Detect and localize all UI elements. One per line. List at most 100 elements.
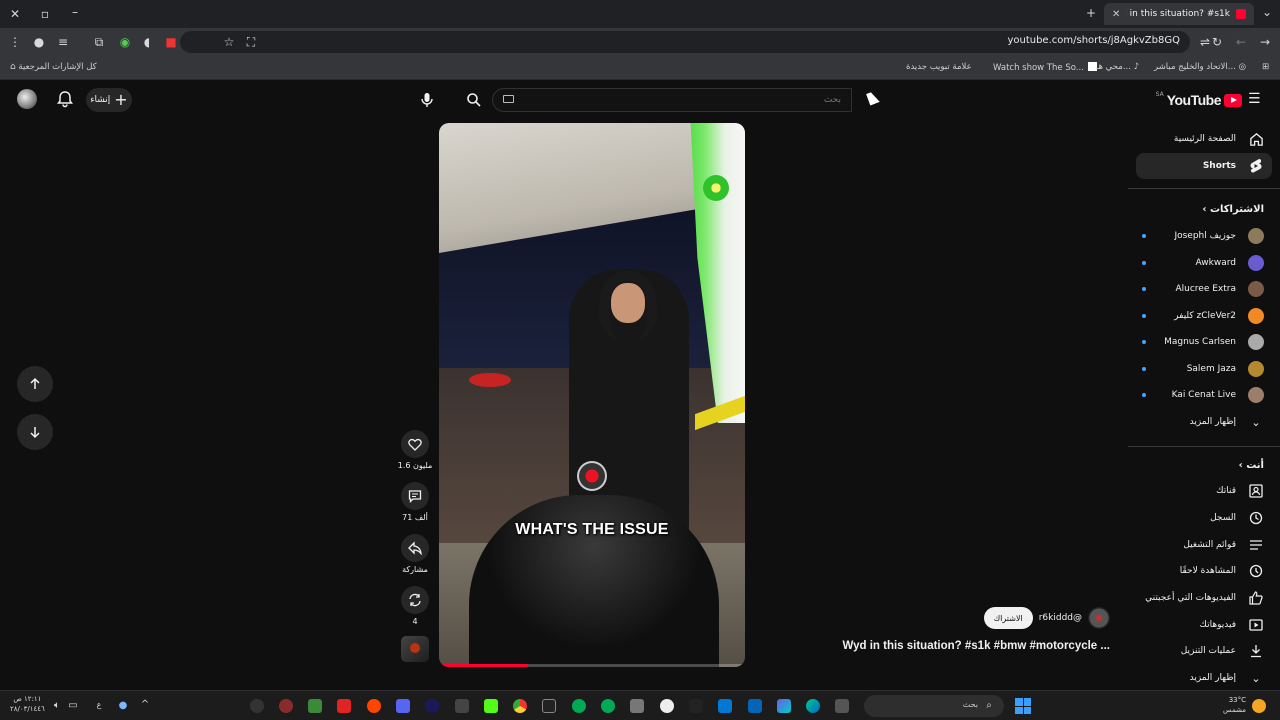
mic-tray-icon[interactable]: ● [116, 700, 130, 712]
channel-avatar[interactable] [1088, 607, 1110, 629]
previous-short-button[interactable] [17, 366, 53, 402]
app-icon-11[interactable] [689, 699, 703, 713]
remix-action[interactable]: 4 [401, 586, 429, 626]
subscriptions-heading[interactable]: الاشتراكات › [1202, 204, 1264, 215]
you-heading[interactable]: أنت › [1239, 460, 1264, 471]
close-window-icon[interactable]: ✕ [8, 8, 22, 20]
sidebar-sub-josephl[interactable]: جوزيف Josephl [1136, 223, 1272, 249]
sidebar-show-more-you[interactable]: ⌄ إظهار المزيد [1136, 665, 1272, 691]
sidebar-item-home[interactable]: الصفحة الرئيسية [1136, 126, 1272, 152]
kick-app-icon[interactable] [484, 699, 498, 713]
clock[interactable]: ١٢:١١ ص ٢٨/٠٣/١٤٤٦ [10, 694, 45, 714]
omnibox[interactable]: ☆ ⛶ youtube.com/shorts/j8AgkvZb8GQ ⇌ [180, 31, 1210, 53]
sidebar-sub-awkward[interactable]: Awkward [1136, 250, 1272, 276]
app-icon-5[interactable] [455, 699, 469, 713]
bookmark-new-tab[interactable]: علامة تبويب جديدة [906, 62, 972, 72]
sidebar-sub-salem[interactable]: Salem Jaza [1136, 356, 1272, 382]
like-button[interactable] [401, 430, 429, 458]
edge-app-icon[interactable] [806, 699, 820, 713]
search-button[interactable] [458, 88, 490, 112]
app-icon-9[interactable] [630, 699, 644, 713]
apps-grid-icon[interactable]: ⊞ [1262, 62, 1269, 72]
short-video-player[interactable]: WHAT'S THE ISSUE [439, 123, 745, 667]
voice-search-button[interactable] [414, 88, 440, 112]
menu-icon[interactable]: ☰ [1248, 92, 1262, 106]
short-title[interactable]: Wyd in this situation? #s1k #bmw #motorc… [842, 640, 1110, 652]
store-app-icon[interactable] [718, 699, 732, 713]
all-bookmarks[interactable]: ⌂ كل الإشارات المرجعية [10, 62, 97, 72]
sound-thumbnail[interactable] [401, 636, 429, 662]
reload-icon[interactable]: ↻ [1210, 36, 1224, 48]
sidebar-sub-alucree[interactable]: Alucree Extra [1136, 276, 1272, 302]
active-tab[interactable]: Wyd in this situation? #s1k ✕ [1104, 3, 1254, 25]
app-icon-7[interactable] [572, 699, 586, 713]
search-box[interactable] [492, 88, 852, 112]
app-icon-1[interactable] [279, 699, 293, 713]
youtube-logo[interactable]: SA YouTube [1156, 91, 1242, 108]
remix-button[interactable] [401, 586, 429, 614]
outlook-app-icon[interactable] [748, 699, 762, 713]
like-action[interactable]: 1.6 مليون [398, 430, 432, 470]
extensions-icon[interactable]: ⧉ [92, 36, 106, 48]
extension-pin-icon[interactable]: ◖ [140, 36, 154, 48]
notifications-bell-icon[interactable] [55, 89, 75, 109]
comment-action[interactable]: 71 ألف [401, 482, 429, 522]
app-icon-4[interactable] [425, 699, 439, 713]
share-button[interactable] [401, 534, 429, 562]
share-action[interactable]: مشاركة [401, 534, 429, 574]
tray-chevron-icon[interactable]: ^ [138, 699, 152, 711]
settings-app-icon[interactable] [250, 699, 264, 713]
create-button[interactable]: إنشاء + [86, 88, 132, 112]
app-icon-8[interactable] [601, 699, 615, 713]
menu-dots-icon[interactable]: ⋮ [8, 36, 22, 48]
forward-icon[interactable]: ← [1234, 36, 1248, 48]
taskbar-search[interactable]: بحث ⌕ [864, 695, 1004, 717]
app-icon-3[interactable] [337, 699, 351, 713]
copilot-app-icon[interactable] [777, 699, 791, 713]
sidebar-item-your-channel[interactable]: قناتك [1136, 478, 1272, 504]
subscribe-button[interactable]: الاشتراك [983, 607, 1033, 629]
reading-list-icon[interactable]: ≡ [56, 36, 70, 48]
account-avatar[interactable] [17, 89, 37, 109]
sidebar-item-playlists[interactable]: قوائم التشغيل [1136, 532, 1272, 558]
sidebar-item-history[interactable]: السجل [1136, 505, 1272, 531]
tab-search-icon[interactable]: ⌄ [1260, 6, 1274, 18]
back-icon[interactable]: → [1258, 36, 1272, 48]
language-indicator[interactable]: ع [92, 699, 106, 711]
tab-close-icon[interactable]: ✕ [1112, 9, 1120, 20]
sidebar-sub-magnus[interactable]: Magnus Carlsen [1136, 329, 1272, 355]
extension-icon[interactable]: ◉ [118, 36, 132, 48]
video-progress-bar[interactable] [439, 664, 745, 667]
network-icon[interactable]: ▭ [66, 700, 80, 712]
profile-icon[interactable]: ● [32, 36, 46, 48]
sidebar-sub-kaicenat[interactable]: Kai Cenat Live [1136, 382, 1272, 408]
discord-app-icon[interactable] [396, 699, 410, 713]
app-icon-10[interactable] [660, 699, 674, 713]
bookmark-item4[interactable]: الاتحاد والخليج مباشر... ◎ [1154, 62, 1246, 72]
comments-button[interactable] [401, 482, 429, 510]
channel-name[interactable]: @r6kiddd [1039, 613, 1082, 623]
sidebar-item-shorts[interactable]: Shorts [1136, 153, 1272, 179]
sidebar-item-liked[interactable]: الفيديوهات التي أعجبتني [1136, 585, 1272, 611]
restore-window-icon[interactable]: ▫ [38, 8, 52, 20]
bookmark-item3[interactable]: محي هـ... ♪ [1096, 62, 1139, 72]
volume-icon[interactable]: 🔈︎ [50, 700, 64, 712]
sidebar-item-downloads[interactable]: عمليات التنزيل [1136, 638, 1272, 664]
weather-widget[interactable]: 33°C مشمس [1223, 695, 1246, 715]
minimize-window-icon[interactable]: – [68, 6, 82, 18]
extension-red-icon[interactable]: ■ [164, 36, 178, 48]
app-icon-2[interactable] [308, 699, 322, 713]
search-input[interactable] [541, 91, 841, 109]
keyboard-icon[interactable] [503, 95, 514, 103]
sidebar-show-more-subs[interactable]: ⌄ إظهار المزيد [1136, 409, 1272, 435]
bookmark-watch-show[interactable]: Watch show The So... [993, 62, 1097, 73]
screenshot-icon[interactable]: ⛶ [244, 36, 258, 48]
file-explorer-icon[interactable] [835, 699, 849, 713]
sidebar-item-your-videos[interactable]: فيديوهاتك [1136, 612, 1272, 638]
next-short-button[interactable] [17, 414, 53, 450]
sidebar-item-watch-later[interactable]: المشاهدة لاحقًا [1136, 558, 1272, 584]
windows-start-icon[interactable] [1015, 698, 1031, 714]
app-icon-6[interactable] [542, 699, 556, 713]
bookmark-star-icon[interactable]: ☆ [222, 36, 236, 48]
chrome-app-icon[interactable] [513, 699, 527, 713]
